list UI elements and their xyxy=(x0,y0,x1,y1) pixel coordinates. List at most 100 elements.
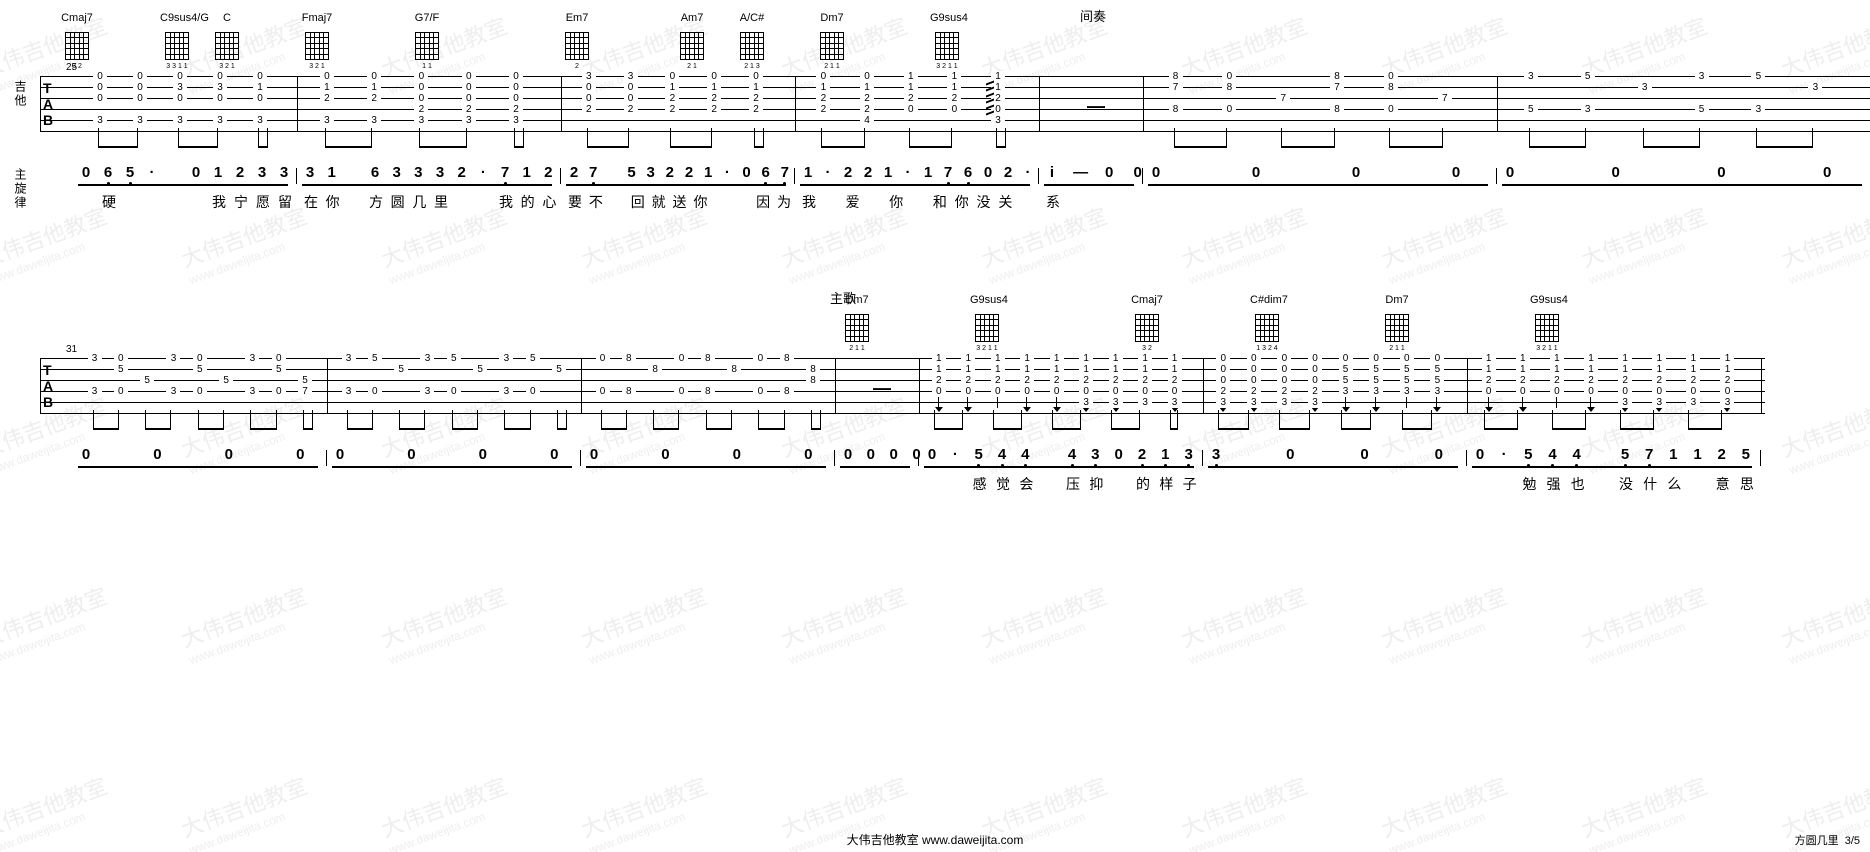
lyric-syllable: 也 xyxy=(1567,474,1589,494)
melody-note: 0 xyxy=(1246,164,1266,181)
melody-note: 1 xyxy=(322,164,342,181)
beam-group xyxy=(1052,414,1081,430)
tab-column: 050 xyxy=(193,358,207,414)
tab-column: 080 xyxy=(1384,76,1398,132)
tab-column: 88 xyxy=(701,358,715,414)
tab-column: 00 xyxy=(674,358,688,414)
tab-column: 00023 xyxy=(1216,358,1230,414)
melody-note: 4 xyxy=(1015,446,1035,467)
tab-column: 33 xyxy=(88,358,102,414)
melody-beam xyxy=(302,184,552,186)
tab-column: 53 xyxy=(1751,76,1765,132)
melody-note: · xyxy=(142,164,162,181)
melody-note: 0 xyxy=(1817,164,1837,181)
barline xyxy=(561,76,562,132)
tab-column: 00023 xyxy=(414,76,428,132)
lyric-syllable: 不 xyxy=(585,192,607,212)
melody-note: 0 xyxy=(584,446,604,463)
melody-note: 5 xyxy=(1518,446,1538,467)
barline xyxy=(581,358,582,414)
tab-column: 01224 xyxy=(860,76,874,132)
melody-note: 0 xyxy=(978,164,998,181)
beam-group xyxy=(601,414,627,430)
tab-column: 11203 xyxy=(1079,358,1093,414)
melody-note: 0 xyxy=(1280,446,1300,463)
melody-note: 4 xyxy=(1567,446,1587,467)
chord-row: Dm72 1 1G9sus43 2 1 1Cmaj73 2C#dim71 3 2… xyxy=(40,282,1830,352)
tab-column: 1120 xyxy=(932,358,946,414)
barline xyxy=(1467,358,1468,414)
melody-note: 4 xyxy=(992,446,1012,467)
melody-note: · xyxy=(473,164,493,181)
beam-group xyxy=(1111,414,1140,430)
lyric-syllable: 里 xyxy=(430,192,452,212)
tab-column: 0303 xyxy=(173,76,187,132)
melody-note: 0 xyxy=(1109,446,1129,463)
tab-column: 0123 xyxy=(320,76,334,132)
tab-column: 0122 xyxy=(749,76,763,132)
lyric-syllable: 回 xyxy=(627,192,649,212)
tab-column: 8 xyxy=(648,358,662,414)
beam-group xyxy=(303,414,313,430)
tab-column: 50 xyxy=(368,358,382,414)
melody-barline xyxy=(1038,168,1039,184)
tab-column: 11203 xyxy=(1618,358,1632,414)
melody-note: 0 xyxy=(401,446,421,463)
lyric-syllable: 圆 xyxy=(387,192,409,212)
melody-note: 2 xyxy=(564,164,584,181)
melody-note: 0 xyxy=(1355,446,1375,463)
tab-column: 50 xyxy=(447,358,461,414)
tab-column: 0103 xyxy=(253,76,267,132)
tab-column: 1120 xyxy=(1050,358,1064,414)
melody-note: 2 xyxy=(1132,446,1152,467)
lyric-syllable: 觉 xyxy=(992,474,1014,494)
beam-group xyxy=(1218,414,1249,430)
beam-group xyxy=(419,132,466,148)
barline xyxy=(919,358,920,414)
beam-group xyxy=(909,132,953,148)
tab-column: 0003 xyxy=(133,76,147,132)
watermark: 大伟吉他教室www.daweijita.com xyxy=(1376,579,1516,667)
tab-column: 080 xyxy=(1222,76,1236,132)
lyric-syllable: 我 xyxy=(798,192,820,212)
tab-column: 1120 xyxy=(961,358,975,414)
beam-group xyxy=(93,414,119,430)
melody-note: 0 xyxy=(186,164,206,181)
melody-note: 0 xyxy=(473,446,493,463)
barline xyxy=(1761,358,1762,414)
melody-note: 7 xyxy=(1639,446,1659,467)
watermark: 大伟吉他教室www.daweijita.com xyxy=(976,579,1116,667)
lyric-syllable: 强 xyxy=(1543,474,1565,494)
melody-note: 0 xyxy=(1128,164,1148,181)
melody-note: 0 xyxy=(330,446,350,463)
tab-column: 00 xyxy=(596,358,610,414)
system-2: Dm72 1 1G9sus43 2 1 1Cmaj73 2C#dim71 3 2… xyxy=(40,282,1830,504)
tab-column: 11203 xyxy=(1138,358,1152,414)
beam-group xyxy=(670,132,712,148)
barline xyxy=(297,76,298,132)
tab-clef: T A B xyxy=(43,80,53,128)
melody-note: 5 xyxy=(120,164,140,185)
beam-group xyxy=(1688,414,1722,430)
beam-group xyxy=(145,414,171,430)
melody-beam xyxy=(1502,184,1862,186)
lyrics-row: 硬我宁愿留在你方圆几里我的心要不回就送你因为我爱你和你没关系 xyxy=(40,192,1830,222)
tab-column: 88 xyxy=(780,358,794,414)
chord-diagram: Fmaj73 2 1 xyxy=(300,12,334,70)
chord-diagram: G9sus43 2 1 1 xyxy=(930,12,964,70)
tab-column: 11203 xyxy=(1168,358,1182,414)
tab-column: 0122 xyxy=(707,76,721,132)
melody-barline xyxy=(326,450,327,466)
tab-column: 1120 xyxy=(1584,358,1598,414)
melody-beam xyxy=(566,184,786,186)
melody-row: 00000000000000000·54443021330000·5445711… xyxy=(40,446,1830,472)
beam-group xyxy=(178,132,218,148)
lyric-syllable: 愿 xyxy=(252,192,274,212)
lyric-syllable: 因 xyxy=(752,192,774,212)
lyric-syllable: 的 xyxy=(517,192,539,212)
watermark: 大伟吉他教室www.daweijita.com xyxy=(376,579,516,667)
melody-barline xyxy=(296,168,297,184)
tab-column: 00023 xyxy=(1247,358,1261,414)
barline xyxy=(1203,358,1204,414)
melody-note: 1 xyxy=(918,164,938,181)
